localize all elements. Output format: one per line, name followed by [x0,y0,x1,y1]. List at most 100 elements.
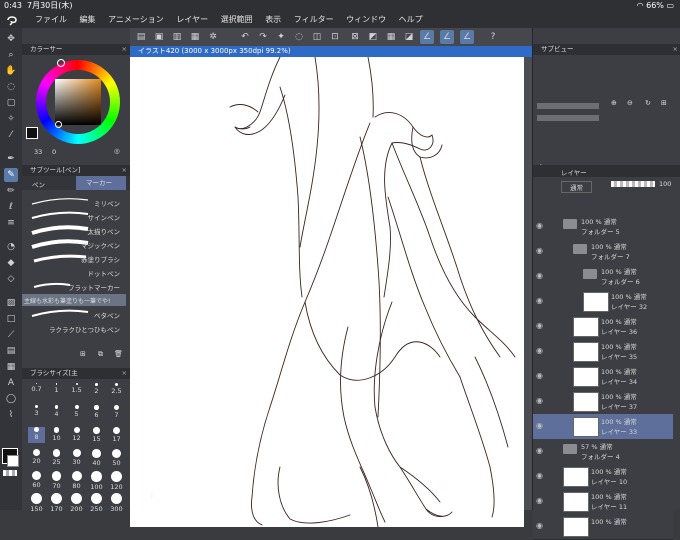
hand-tool-icon[interactable]: ✋ [4,64,18,78]
visibility-eye-icon[interactable]: ◉ [536,246,546,256]
open-file-icon[interactable]: ▣ [152,30,166,44]
visibility-eye-icon[interactable]: ◉ [536,446,546,456]
visibility-eye-icon[interactable]: ◉ [536,221,546,231]
delete-subtool-icon[interactable]: 🗑 [114,350,123,358]
redo-icon[interactable]: ↷ [256,30,270,44]
layer-row[interactable]: ◉ 100 % 通常 レイヤー 36 [533,314,673,340]
eraser-tool-icon[interactable]: ◇ [4,272,18,286]
menu-window[interactable]: ウィンドウ [346,15,386,24]
brush-size-option[interactable]: 200 [68,493,85,513]
brush-size-option[interactable]: 20 [28,449,45,465]
transform-icon[interactable]: ⊠ [348,30,362,44]
brush-size-option[interactable]: 2 [88,383,105,399]
brush-tool-icon[interactable]: ℓ [4,200,18,214]
brush-size-option[interactable]: 30 [68,449,85,466]
transparent-swatch[interactable] [3,470,17,476]
sub-color-swatch[interactable] [7,455,19,467]
text-tool-icon[interactable]: A [4,376,18,390]
brush-item[interactable]: ベタペン [26,308,126,320]
visibility-eye-icon[interactable]: ◉ [536,371,546,381]
stabilizer-icon[interactable]: ∠ [420,30,434,44]
correct-line-tool-icon[interactable]: ⌇ [4,408,18,422]
visibility-eye-icon[interactable]: ◉ [536,346,546,356]
add-subtool-icon[interactable]: ⊞ [80,350,86,358]
canvas-menu-icon[interactable]: ⋮ [148,490,156,499]
brush-size-option[interactable]: 2.5 [108,383,125,399]
brush-item[interactable]: 赤塗りブラシ [26,252,126,264]
menu-layer[interactable]: レイヤー [176,15,208,24]
menu-help[interactable]: ヘルプ [399,15,423,24]
brush-item[interactable]: サインペン [26,210,126,222]
visibility-eye-icon[interactable]: ◉ [536,421,546,431]
layer-row[interactable]: ◉ 100 % 通常 レイヤー 11 [533,489,673,515]
visibility-eye-icon[interactable]: ◉ [536,521,546,531]
new-file-icon[interactable]: ▤ [134,30,148,44]
brush-item[interactable]: マジックペン [26,238,126,250]
layer-row[interactable]: ◉ 100 % 通常 レイヤー 35 [533,339,673,365]
brush-item[interactable]: フラットマーカー [26,280,126,292]
close-icon[interactable]: × [122,165,127,176]
operation-tool-icon[interactable]: ▦ [4,360,18,374]
tab-marker[interactable]: マーカー [76,176,126,190]
help-icon[interactable]: ? [486,30,500,44]
tab-layer[interactable]: レイヤー [561,167,587,177]
brush-size-option[interactable]: 40 [88,449,105,467]
move-tool-icon[interactable]: ✥ [4,32,18,46]
brush-size-option[interactable]: 7 [108,405,125,421]
layer-row[interactable]: ◉ 100 % 通常 レイヤー 33 [533,414,673,440]
print-icon[interactable]: ▦ [188,30,202,44]
brush-size-option[interactable]: 3 [28,405,45,421]
fill-tool-icon[interactable]: ◆ [4,256,18,270]
brush-item[interactable]: 太描りペン [26,224,126,236]
layer-folder-row[interactable]: ◉ 100 % 通常 フォルダー 7 [533,239,673,265]
zoom-out-icon[interactable]: ⊖ [627,99,633,107]
copy-subtool-icon[interactable]: ⧉ [98,350,103,359]
brush-size-option[interactable]: 12 [68,427,85,443]
eyedropper-icon[interactable]: ⁄ [4,128,18,142]
close-icon[interactable]: × [122,44,127,55]
brush-size-option[interactable]: 10 [48,427,65,443]
menu-edit[interactable]: 編集 [80,15,96,24]
zoom-in-icon[interactable]: ⊕ [611,99,617,107]
crop-icon[interactable]: ⊡ [328,30,342,44]
visibility-eye-icon[interactable]: ◉ [536,396,546,406]
layer-row[interactable]: ◉ 100 % 通常 レイヤー 37 [533,389,673,415]
brush-size-option[interactable]: 60 [28,471,45,489]
brush-size-option[interactable]: 4 [48,405,65,421]
tab-pen[interactable]: ペン [32,179,45,189]
brush-size-option[interactable]: 15 [88,427,105,443]
visibility-eye-icon[interactable]: ◉ [536,471,546,481]
grid-icon[interactable]: ▦ [384,30,398,44]
fit-icon[interactable]: ⊞ [661,99,667,107]
zoom-tool-icon[interactable]: ⌕ [4,48,18,62]
color-square-handle[interactable] [55,121,62,128]
lasso-tool-icon[interactable]: ◌ [4,80,18,94]
close-icon[interactable]: × [673,44,678,55]
clear-icon[interactable]: ✦ [274,30,288,44]
menu-file[interactable]: ファイル [35,15,67,24]
brush-size-option[interactable]: 170 [48,493,65,513]
blend-tool-icon[interactable]: ◔ [4,240,18,254]
layer-row[interactable]: ◉ 100 % 通常 レイヤー 10 [533,464,673,490]
brush-size-option[interactable]: 6 [88,405,105,421]
menu-selection[interactable]: 選択範囲 [221,15,253,24]
brush-size-option[interactable]: 1 [48,383,65,399]
flip-icon[interactable]: ◩ [366,30,380,44]
menu-animation[interactable]: アニメーション [108,15,164,24]
brush-size-option[interactable]: 5 [68,405,85,421]
app-logo-icon[interactable] [5,13,19,27]
save-icon[interactable]: ▥ [170,30,184,44]
decoration-tool-icon[interactable]: ≡ [4,216,18,230]
pencil-tool-icon[interactable]: ✏ [4,184,18,198]
stabilizer-3-icon[interactable]: ∠ [460,30,474,44]
pen-tool-icon[interactable]: ✒ [4,152,18,166]
select-all-icon[interactable]: ◌ [292,30,306,44]
brush-size-option[interactable]: 8 [28,427,45,443]
settings-icon[interactable]: ✲ [206,30,220,44]
menu-filter[interactable]: フィルター [294,15,334,24]
brush-size-option[interactable]: 250 [88,493,105,513]
opacity-value[interactable]: 100 [659,180,671,188]
brush-size-option[interactable]: 70 [48,471,65,490]
visibility-eye-icon[interactable]: ◉ [536,321,546,331]
canvas-sheet[interactable] [130,56,524,528]
